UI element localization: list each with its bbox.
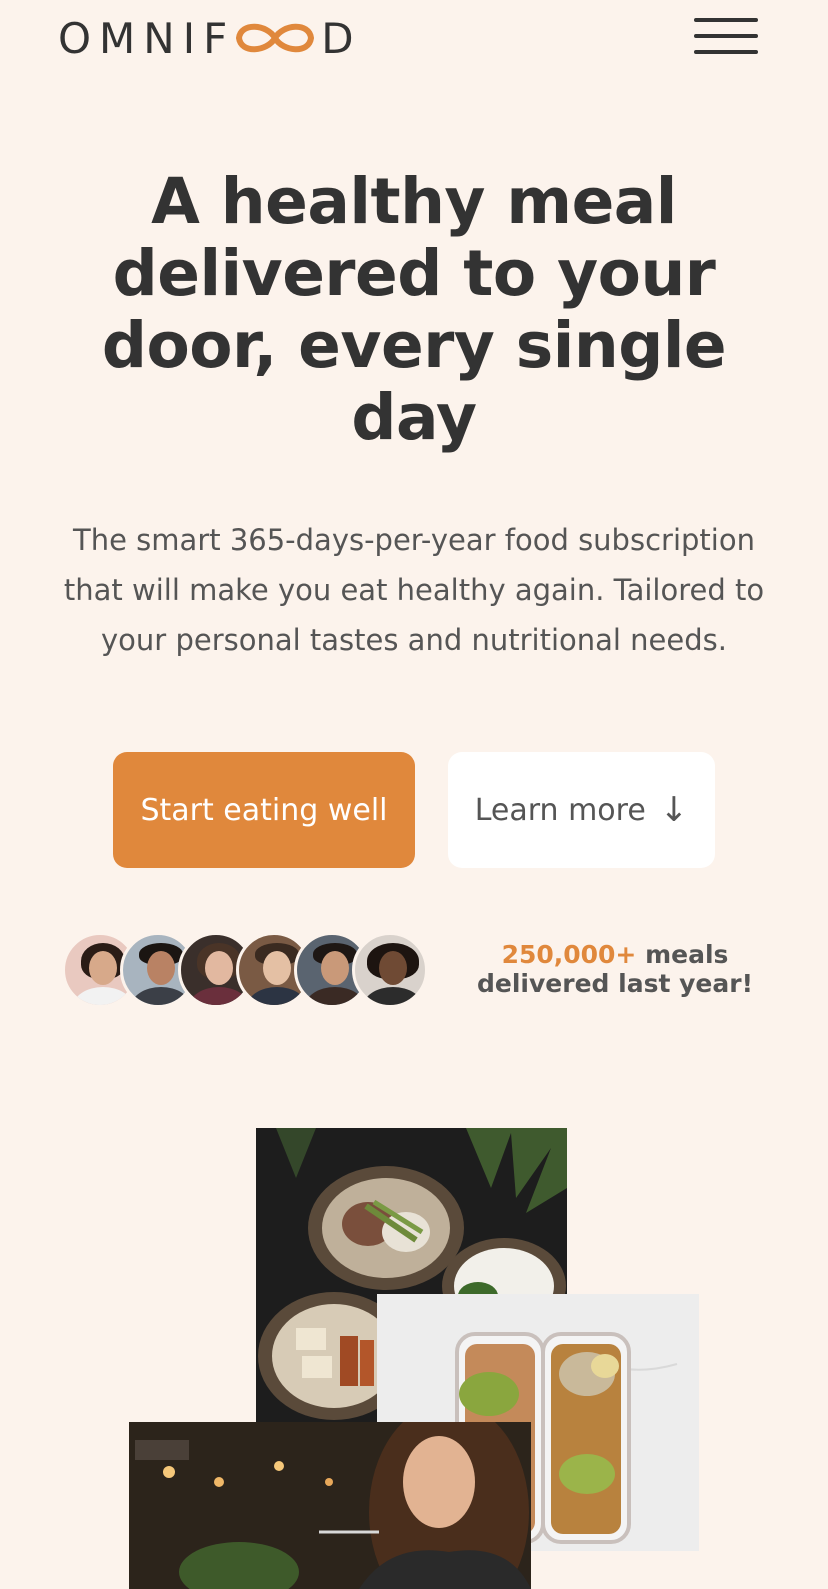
learn-more-button[interactable]: Learn more ↓ [448, 752, 715, 868]
hero-description: The smart 365-days-per-year food subscri… [63, 523, 765, 657]
hamburger-menu-icon[interactable] [692, 14, 760, 58]
arrow-down-icon: ↓ [659, 790, 689, 830]
meals-delivered-text: 250,000+ meals delivered last year! [470, 940, 760, 998]
hero-title: A healthy meal delivered to your door, e… [101, 165, 727, 454]
logo-text-suffix: D [321, 13, 362, 63]
infinity-logo-icon [236, 23, 315, 53]
customer-avatars [62, 930, 432, 1010]
menu-bar-middle [694, 34, 758, 38]
menu-bar-top [694, 18, 758, 22]
avatar [352, 932, 428, 1008]
hero-image-woman-eating [129, 1422, 531, 1589]
logo-text-prefix: OMNIF [58, 13, 236, 63]
start-eating-well-label: Start eating well [140, 792, 388, 828]
menu-bar-bottom [694, 50, 758, 54]
header: OMNIF D [0, 0, 828, 76]
omnifood-logo[interactable]: OMNIF D [58, 13, 362, 63]
start-eating-well-button[interactable]: Start eating well [113, 752, 415, 868]
learn-more-label: Learn more [474, 792, 646, 828]
meals-count: 250,000+ [501, 940, 637, 969]
